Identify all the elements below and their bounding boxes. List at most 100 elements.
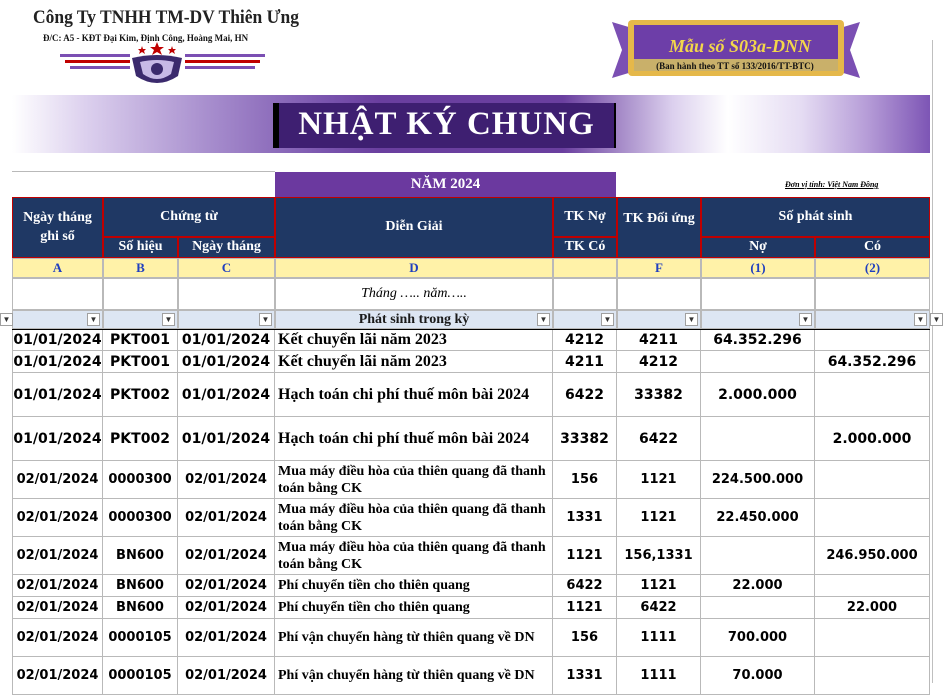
cell-debit[interactable] (701, 537, 815, 575)
cell-date[interactable]: 02/01/2024 (12, 537, 103, 575)
cell-desc[interactable]: Mua máy điều hòa của thiên quang đã than… (275, 499, 553, 537)
cell-desc[interactable]: Phí vận chuyển hàng từ thiên quang về DN (275, 619, 553, 657)
cell-debit[interactable]: 22.000 (701, 575, 815, 597)
cell-contra[interactable]: 4211 (617, 330, 701, 351)
cell-contra[interactable]: 1121 (617, 499, 701, 537)
cell-debit[interactable] (701, 597, 815, 619)
cell-credit[interactable]: 246.950.000 (815, 537, 930, 575)
cell-no[interactable]: 0000105 (103, 619, 178, 657)
cell-vdate[interactable]: 02/01/2024 (178, 461, 275, 499)
cell-debit[interactable]: 22.450.000 (701, 499, 815, 537)
cell-desc[interactable]: Kết chuyển lãi năm 2023 (275, 351, 553, 373)
cell-credit[interactable]: 2.000.000 (815, 417, 930, 461)
cell-debit[interactable] (701, 417, 815, 461)
cell-date[interactable]: 02/01/2024 (12, 575, 103, 597)
filter-dropdown-icon[interactable]: ▼ (685, 313, 698, 326)
cell-credit[interactable] (815, 499, 930, 537)
cell-desc[interactable]: Hạch toán chi phí thuế môn bài 2024 (275, 373, 553, 417)
cell-debit[interactable] (701, 351, 815, 373)
cell-no[interactable]: BN600 (103, 537, 178, 575)
cell-no[interactable]: 0000105 (103, 657, 178, 695)
cell-date[interactable]: 02/01/2024 (12, 597, 103, 619)
cell-contra[interactable]: 1121 (617, 461, 701, 499)
cell-acc[interactable]: 1121 (553, 597, 617, 619)
cell-contra[interactable]: 1111 (617, 657, 701, 695)
cell-credit[interactable] (815, 619, 930, 657)
cell-date[interactable]: 02/01/2024 (12, 461, 103, 499)
cell-debit[interactable]: 2.000.000 (701, 373, 815, 417)
cell-contra[interactable]: 33382 (617, 373, 701, 417)
cell-no[interactable]: PKT001 (103, 351, 178, 373)
cell-no[interactable]: PKT002 (103, 373, 178, 417)
filter-dropdown-icon[interactable]: ▼ (799, 313, 812, 326)
cell-debit[interactable]: 700.000 (701, 619, 815, 657)
cell-credit[interactable] (815, 373, 930, 417)
cell-acc[interactable]: 156 (553, 461, 617, 499)
cell-date[interactable]: 02/01/2024 (12, 499, 103, 537)
col-header-debit-account: TK Nợ (553, 197, 617, 237)
cell-acc[interactable]: 6422 (553, 373, 617, 417)
cell-vdate[interactable]: 01/01/2024 (178, 351, 275, 373)
cell-vdate[interactable]: 02/01/2024 (178, 619, 275, 657)
cell-no[interactable]: 0000300 (103, 461, 178, 499)
cell-credit[interactable] (815, 575, 930, 597)
cell-acc[interactable]: 33382 (553, 417, 617, 461)
cell-contra[interactable]: 6422 (617, 597, 701, 619)
cell-contra[interactable]: 1121 (617, 575, 701, 597)
cell-date[interactable]: 01/01/2024 (12, 373, 103, 417)
cell-credit[interactable]: 22.000 (815, 597, 930, 619)
cell-desc[interactable]: Kết chuyển lãi năm 2023 (275, 330, 553, 351)
cell-contra[interactable]: 1111 (617, 619, 701, 657)
cell-credit[interactable] (815, 657, 930, 695)
cell-date[interactable]: 02/01/2024 (12, 619, 103, 657)
cell-contra[interactable]: 6422 (617, 417, 701, 461)
cell-desc[interactable]: Phí chuyển tiền cho thiên quang (275, 597, 553, 619)
cell-vdate[interactable]: 02/01/2024 (178, 499, 275, 537)
cell-desc[interactable]: Phí vận chuyển hàng từ thiên quang về DN (275, 657, 553, 695)
cell-no[interactable]: BN600 (103, 575, 178, 597)
cell-contra[interactable]: 4212 (617, 351, 701, 373)
cell-date[interactable]: 01/01/2024 (12, 351, 103, 373)
filter-dropdown-icon[interactable]: ▼ (914, 313, 927, 326)
cell-vdate[interactable]: 02/01/2024 (178, 597, 275, 619)
cell-debit[interactable]: 224.500.000 (701, 461, 815, 499)
filter-dropdown-icon[interactable]: ▼ (930, 313, 943, 326)
cell-desc[interactable]: Mua máy điều hòa của thiên quang đã than… (275, 461, 553, 499)
cell-date[interactable]: 01/01/2024 (12, 330, 103, 351)
filter-dropdown-icon[interactable]: ▼ (601, 313, 614, 326)
cell-vdate[interactable]: 02/01/2024 (178, 537, 275, 575)
filter-active-icon[interactable]: ▼ (87, 313, 100, 326)
cell-acc[interactable]: 4212 (553, 330, 617, 351)
cell-acc[interactable]: 156 (553, 619, 617, 657)
cell-date[interactable]: 02/01/2024 (12, 657, 103, 695)
cell-no[interactable]: BN600 (103, 597, 178, 619)
cell-vdate[interactable]: 02/01/2024 (178, 657, 275, 695)
col-letter: D (275, 258, 553, 278)
cell-acc[interactable]: 6422 (553, 575, 617, 597)
cell-contra[interactable]: 156,1331 (617, 537, 701, 575)
cell-no[interactable]: PKT001 (103, 330, 178, 351)
filter-dropdown-icon[interactable]: ▼ (0, 313, 13, 326)
cell-date[interactable]: 01/01/2024 (12, 417, 103, 461)
cell-acc[interactable]: 1331 (553, 657, 617, 695)
cell-no[interactable]: 0000300 (103, 499, 178, 537)
cell-desc[interactable]: Hạch toán chi phí thuế môn bài 2024 (275, 417, 553, 461)
cell-acc[interactable]: 1121 (553, 537, 617, 575)
cell-desc[interactable]: Mua máy điều hòa của thiên quang đã than… (275, 537, 553, 575)
cell-no[interactable]: PKT002 (103, 417, 178, 461)
cell-credit[interactable] (815, 461, 930, 499)
filter-dropdown-icon[interactable]: ▼ (162, 313, 175, 326)
cell-debit[interactable]: 64.352.296 (701, 330, 815, 351)
cell-acc[interactable]: 4211 (553, 351, 617, 373)
cell-credit[interactable]: 64.352.296 (815, 351, 930, 373)
cell-debit[interactable]: 70.000 (701, 657, 815, 695)
cell-credit[interactable] (815, 330, 930, 351)
cell-vdate[interactable]: 01/01/2024 (178, 373, 275, 417)
cell-vdate[interactable]: 02/01/2024 (178, 575, 275, 597)
cell-acc[interactable]: 1331 (553, 499, 617, 537)
filter-dropdown-icon[interactable]: ▼ (537, 313, 550, 326)
cell-vdate[interactable]: 01/01/2024 (178, 417, 275, 461)
cell-vdate[interactable]: 01/01/2024 (178, 330, 275, 351)
filter-dropdown-icon[interactable]: ▼ (259, 313, 272, 326)
cell-desc[interactable]: Phí chuyển tiền cho thiên quang (275, 575, 553, 597)
